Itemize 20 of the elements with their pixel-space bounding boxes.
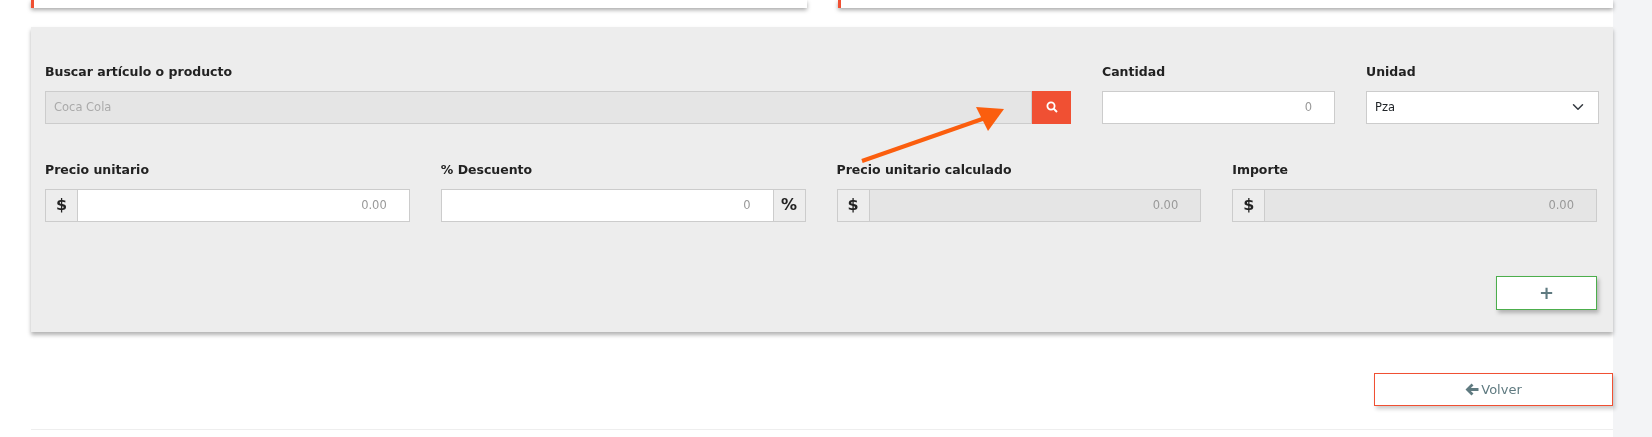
number-field[interactable]: 0.00	[77, 188, 410, 222]
field-label: Unidad	[1366, 63, 1416, 81]
search-icon	[1045, 101, 1058, 114]
percent-addon: %	[773, 188, 806, 222]
back-button[interactable]: Volver	[1374, 373, 1613, 406]
field-label: Importe	[1232, 160, 1289, 179]
arrow-left-icon	[1465, 383, 1480, 396]
currency-addon: $	[836, 188, 869, 222]
field-label: Cantidad	[1102, 63, 1166, 81]
field-label: % Descuento	[440, 160, 533, 179]
currency-addon: $	[1232, 188, 1265, 222]
field-label: Buscar artículo o producto	[45, 63, 233, 81]
currency-addon: $	[45, 188, 77, 222]
search-button[interactable]	[1032, 90, 1071, 124]
field-label: Precio unitario calculado	[836, 160, 1012, 179]
number-field[interactable]: 0	[440, 188, 774, 222]
field-label: Precio unitario	[45, 160, 149, 179]
quantity-field[interactable]: 0	[1102, 90, 1335, 124]
unit-select[interactable]: Pza	[1366, 90, 1599, 124]
add-button[interactable]: +	[1496, 275, 1597, 310]
